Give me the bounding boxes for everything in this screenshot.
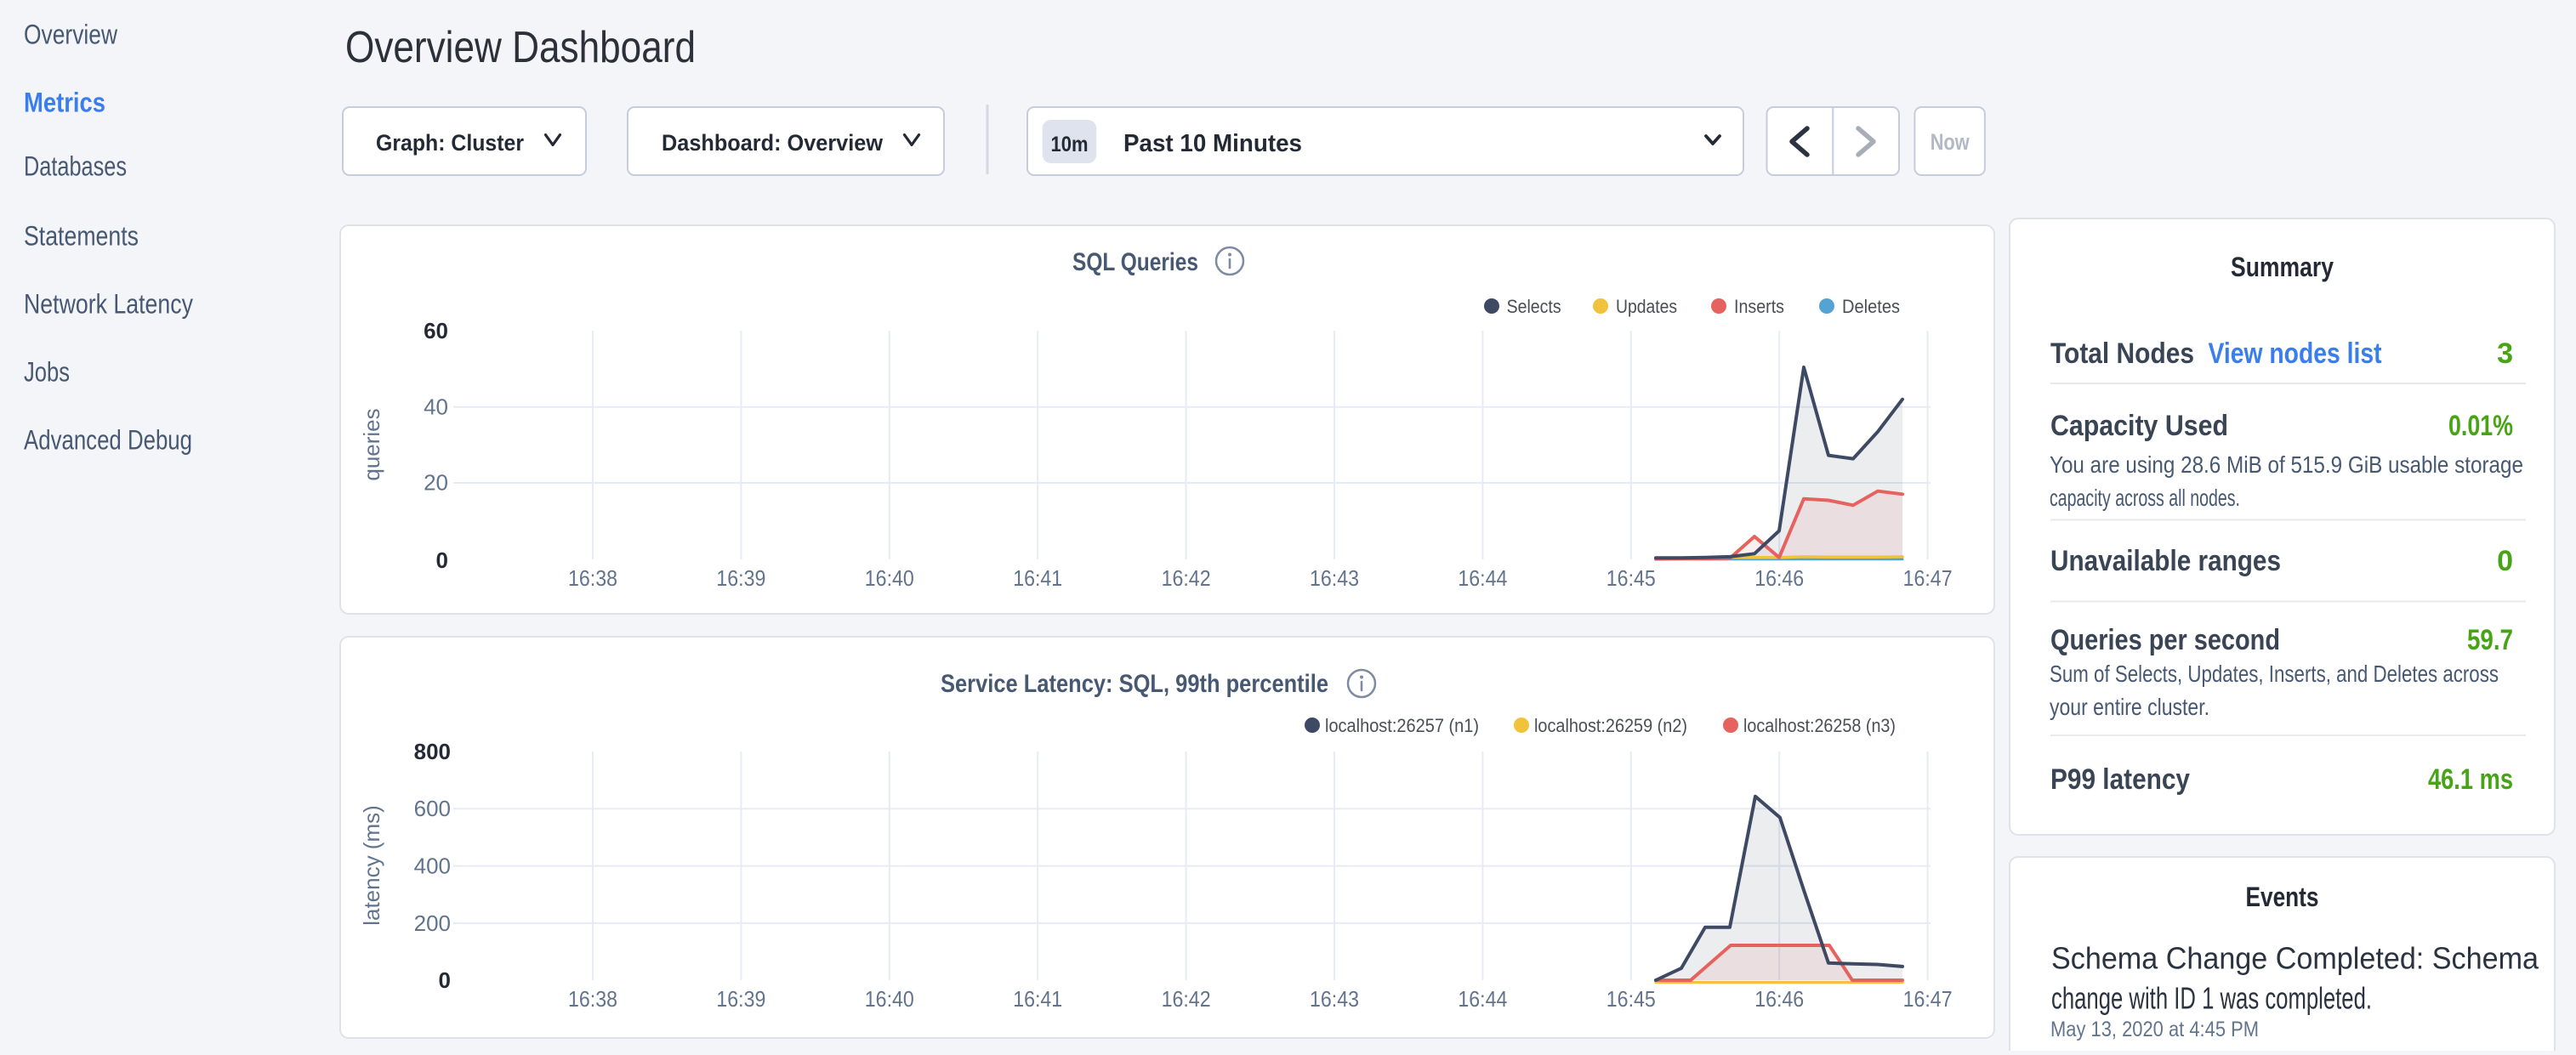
svg-text:16:39: 16:39	[716, 986, 765, 1012]
svg-text:59.7: 59.7	[2467, 624, 2513, 656]
svg-text:Deletes: Deletes	[1842, 296, 1900, 317]
svg-text:200: 200	[414, 910, 451, 936]
svg-text:60: 60	[424, 318, 448, 343]
svg-text:P99 latency: P99 latency	[2050, 763, 2190, 796]
svg-text:Updates: Updates	[1616, 296, 1677, 317]
svg-text:10m: 10m	[1051, 133, 1089, 156]
svg-text:16:38: 16:38	[568, 986, 617, 1012]
svg-text:queries: queries	[359, 408, 384, 480]
svg-text:SQL Queries: SQL Queries	[1072, 248, 1198, 276]
svg-text:0.01%: 0.01%	[2448, 410, 2513, 442]
svg-text:16:39: 16:39	[716, 565, 765, 591]
svg-text:Advanced Debug: Advanced Debug	[24, 425, 192, 456]
svg-text:Total Nodes: Total Nodes	[2050, 337, 2194, 370]
svg-text:Service Latency: SQL, 99th per: Service Latency: SQL, 99th percentile	[941, 670, 1328, 698]
svg-text:0: 0	[2497, 545, 2513, 577]
svg-text:0: 0	[439, 967, 451, 993]
svg-text:16:45: 16:45	[1606, 986, 1656, 1012]
svg-text:16:44: 16:44	[1458, 565, 1507, 591]
svg-text:16:47: 16:47	[1903, 565, 1953, 591]
svg-text:latency (ms): latency (ms)	[359, 805, 384, 926]
svg-text:Metrics: Metrics	[24, 88, 105, 118]
svg-text:Capacity Used: Capacity Used	[2050, 410, 2228, 442]
svg-text:400: 400	[414, 854, 451, 879]
svg-text:Statements: Statements	[24, 221, 139, 252]
svg-text:20: 20	[424, 470, 448, 496]
svg-text:16:42: 16:42	[1162, 565, 1211, 591]
svg-text:You are using 28.6 MiB of 515.: You are using 28.6 MiB of 515.9 GiB usab…	[2050, 451, 2523, 478]
svg-text:3: 3	[2497, 337, 2513, 370]
svg-text:capacity across all nodes.: capacity across all nodes.	[2050, 485, 2240, 511]
svg-text:16:42: 16:42	[1162, 986, 1211, 1012]
svg-text:May 13, 2020 at 4:45 PM: May 13, 2020 at 4:45 PM	[2050, 1018, 2259, 1041]
svg-text:16:45: 16:45	[1606, 565, 1656, 591]
svg-text:46.1 ms: 46.1 ms	[2428, 763, 2513, 796]
svg-text:Graph: Cluster: Graph: Cluster	[376, 130, 524, 156]
svg-text:16:40: 16:40	[865, 986, 914, 1012]
svg-text:Overview: Overview	[24, 20, 118, 50]
svg-text:Events: Events	[2246, 882, 2319, 912]
svg-text:your entire cluster.: your entire cluster.	[2050, 694, 2209, 720]
svg-text:Network Latency: Network Latency	[24, 289, 193, 320]
svg-text:0: 0	[436, 547, 448, 573]
svg-text:Jobs: Jobs	[24, 357, 70, 388]
svg-text:16:44: 16:44	[1458, 986, 1507, 1012]
svg-text:600: 600	[414, 796, 451, 821]
svg-text:localhost:26258 (n3): localhost:26258 (n3)	[1743, 715, 1896, 736]
svg-text:16:46: 16:46	[1754, 986, 1804, 1012]
svg-text:localhost:26257 (n1): localhost:26257 (n1)	[1325, 715, 1479, 736]
svg-text:localhost:26259 (n2): localhost:26259 (n2)	[1534, 715, 1687, 736]
svg-text:800: 800	[414, 739, 451, 764]
svg-text:Now: Now	[1931, 129, 1970, 155]
svg-text:16:47: 16:47	[1903, 986, 1953, 1012]
svg-text:16:41: 16:41	[1013, 565, 1062, 591]
svg-text:16:38: 16:38	[568, 565, 617, 591]
svg-text:Summary: Summary	[2231, 252, 2334, 282]
svg-text:Selects: Selects	[1507, 296, 1561, 317]
svg-text:Sum of Selects, Updates, Inser: Sum of Selects, Updates, Inserts, and De…	[2050, 661, 2499, 687]
svg-text:Past 10 Minutes: Past 10 Minutes	[1123, 130, 1302, 157]
svg-text:16:43: 16:43	[1310, 565, 1359, 591]
svg-text:change with ID 1 was completed: change with ID 1 was completed.	[2051, 980, 2372, 1015]
svg-text:16:43: 16:43	[1310, 986, 1359, 1012]
svg-text:Unavailable ranges: Unavailable ranges	[2050, 545, 2281, 577]
svg-text:16:41: 16:41	[1013, 986, 1062, 1012]
svg-text:Overview Dashboard: Overview Dashboard	[345, 23, 696, 72]
svg-text:Dashboard: Overview: Dashboard: Overview	[662, 130, 884, 156]
svg-text:40: 40	[424, 394, 448, 420]
svg-text:16:46: 16:46	[1754, 565, 1804, 591]
svg-text:Queries per second: Queries per second	[2050, 624, 2280, 656]
svg-text:Schema Change Completed: Schem: Schema Change Completed: Schema	[2051, 940, 2539, 975]
svg-text:View nodes list: View nodes list	[2209, 337, 2382, 370]
svg-text:16:40: 16:40	[865, 565, 914, 591]
svg-text:Databases: Databases	[24, 151, 127, 182]
svg-text:Inserts: Inserts	[1734, 296, 1784, 317]
